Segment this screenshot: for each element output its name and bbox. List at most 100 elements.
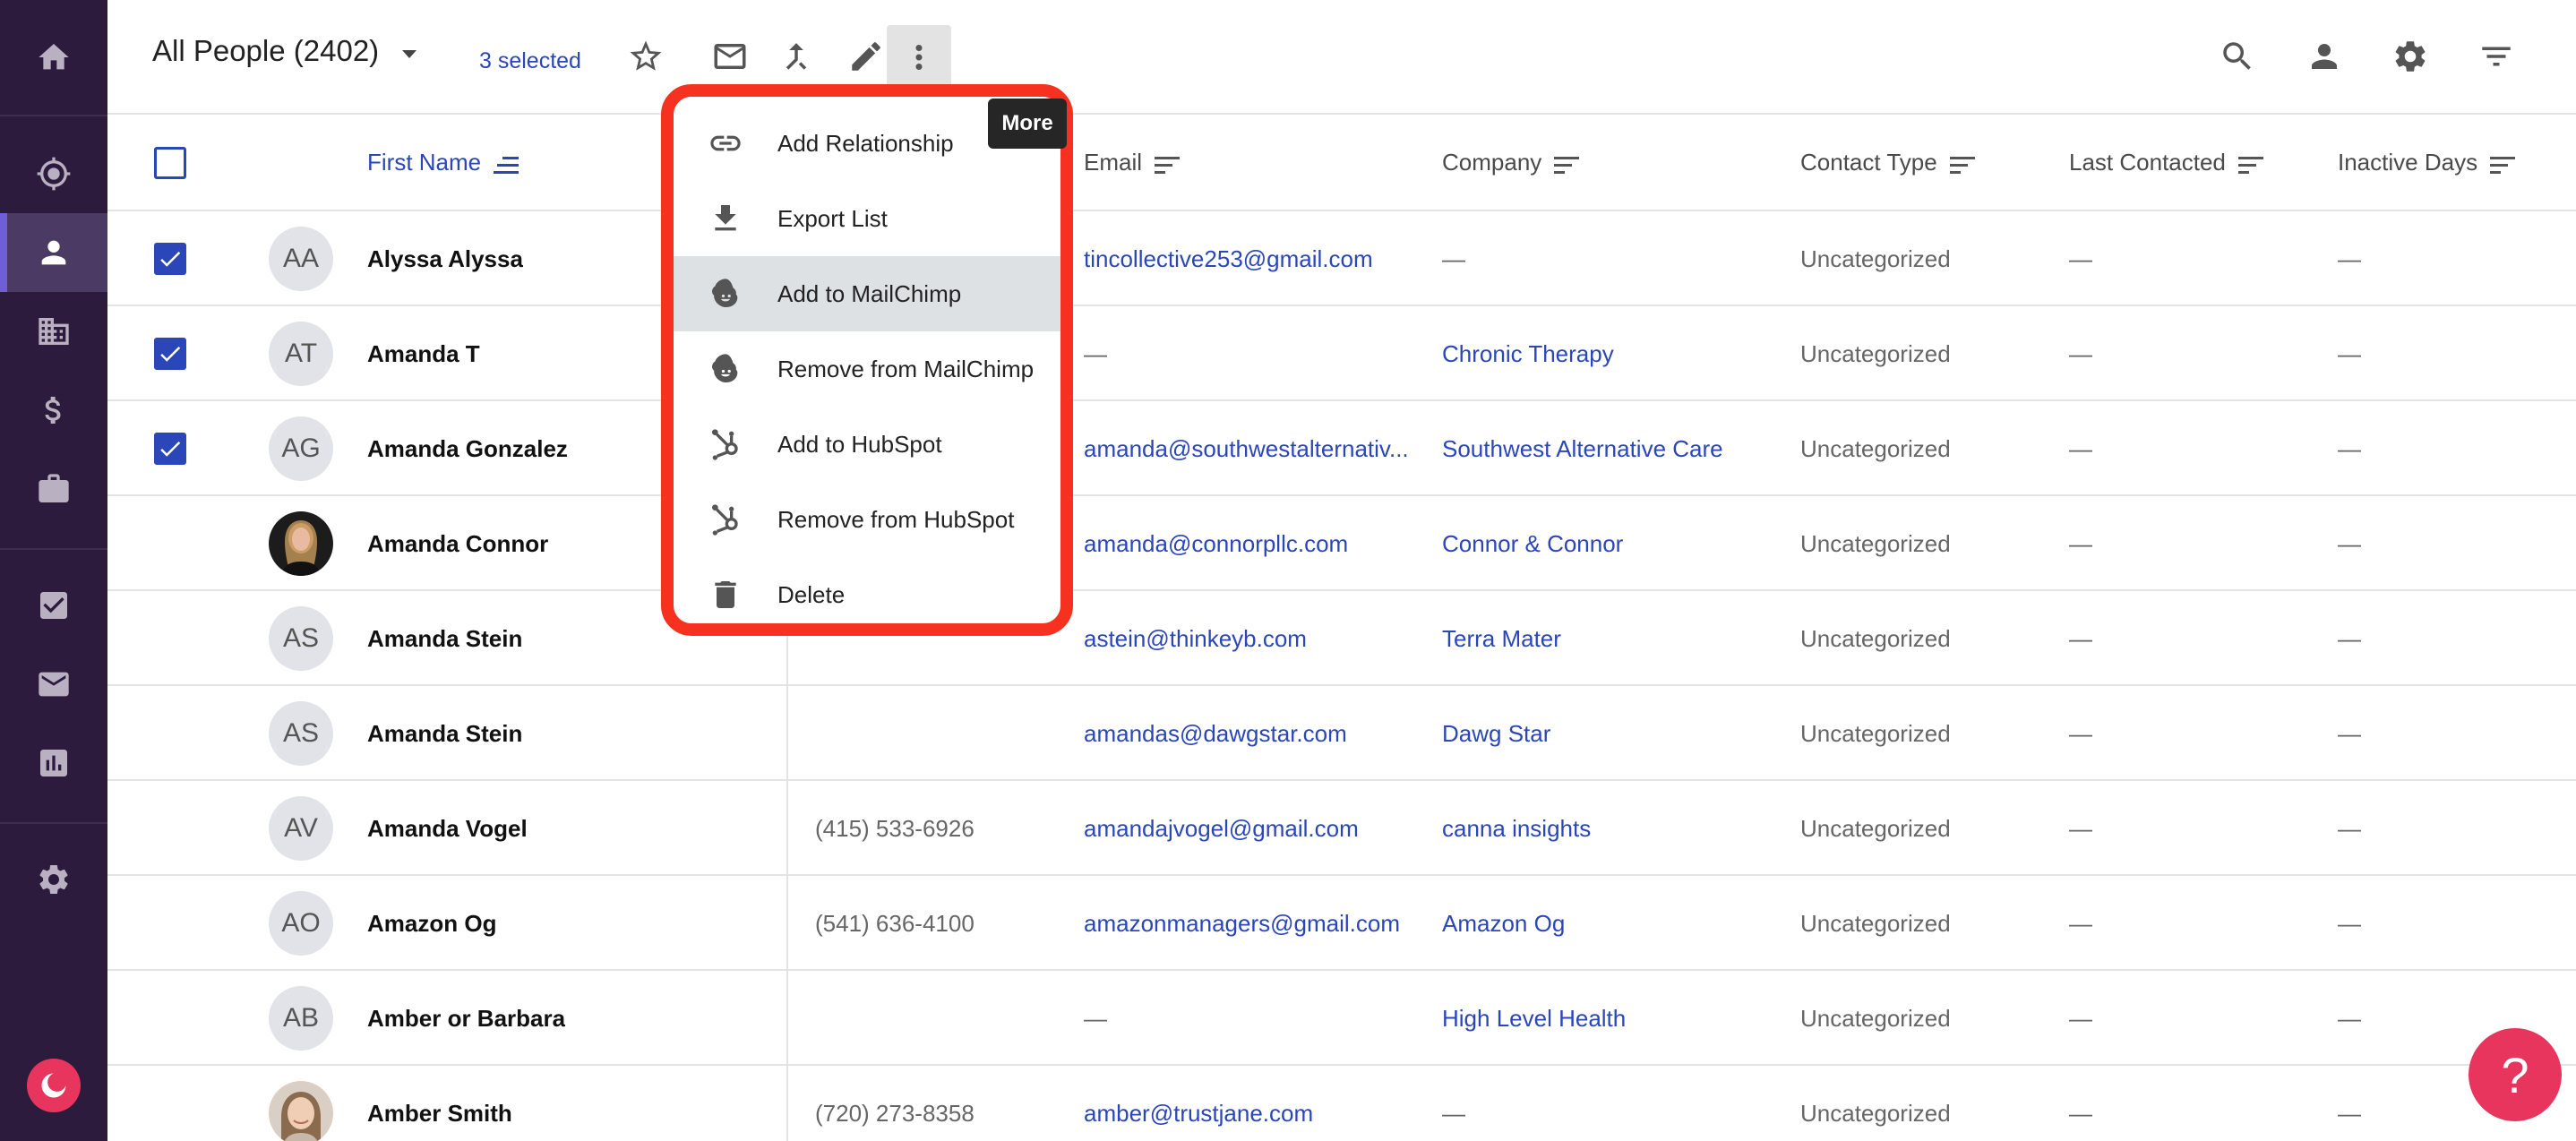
cell-last-contacted: — [2069, 340, 2092, 367]
avatar: AS [269, 606, 333, 671]
edit-button[interactable] [844, 34, 889, 79]
merge-button[interactable] [774, 34, 819, 79]
column-company[interactable]: Company [1442, 149, 1580, 176]
cell-last-contacted: — [2069, 435, 2092, 462]
crosshair-icon [37, 157, 71, 191]
table-row[interactable]: AV Amanda Vogel (415) 533-6926 amandajvo… [107, 781, 2576, 876]
sidebar-item-email[interactable] [0, 645, 107, 724]
column-email[interactable]: Email [1084, 149, 1181, 176]
briefcase-icon [39, 474, 69, 502]
column-contact-type[interactable]: Contact Type [1800, 149, 1975, 176]
row-checkbox[interactable] [154, 433, 186, 465]
cell-name[interactable]: Amber Smith [367, 1100, 512, 1128]
cell-company[interactable]: Amazon Og [1442, 910, 1565, 938]
pencil-icon [852, 42, 880, 71]
table-row[interactable]: AA Alyssa Alyssa tincollective253@gmail.… [107, 211, 2576, 306]
cell-name[interactable]: Amanda Vogel [367, 815, 528, 843]
favorite-button[interactable] [623, 34, 668, 79]
email-button[interactable] [708, 34, 752, 79]
sidebar-item-home[interactable] [0, 18, 107, 97]
cell-company[interactable]: Connor & Connor [1442, 530, 1623, 558]
sidebar-item-settings[interactable] [0, 840, 107, 919]
more-button[interactable] [887, 25, 951, 90]
cell-name[interactable]: Amanda Stein [367, 625, 522, 653]
gear-icon [39, 865, 68, 894]
cell-name[interactable]: Amanda T [367, 340, 480, 368]
table-row[interactable]: AB Amber or Barbara — High Level Health … [107, 971, 2576, 1066]
table-row[interactable]: AO Amazon Og (541) 636-4100 amazonmanage… [107, 876, 2576, 971]
cell-email[interactable]: amanda@southwestalternativ... [1084, 435, 1409, 463]
cell-email[interactable]: tincollective253@gmail.com [1084, 245, 1373, 273]
sidebar-item-companies[interactable] [0, 292, 107, 371]
cell-company[interactable]: Chronic Therapy [1442, 340, 1614, 368]
app-logo[interactable] [27, 1059, 81, 1112]
cell-contact-type: Uncategorized [1800, 1005, 1951, 1032]
cell-company[interactable]: High Level Health [1442, 1005, 1626, 1033]
cell-email[interactable]: amandas@dawgstar.com [1084, 720, 1347, 748]
star-icon [630, 40, 662, 71]
cell-company[interactable]: Southwest Alternative Care [1442, 435, 1723, 463]
select-all-checkbox[interactable] [154, 147, 186, 179]
table-row[interactable]: AS Amanda Stein amandas@dawgstar.com Daw… [107, 686, 2576, 781]
cell-name[interactable]: Amanda Connor [367, 530, 548, 558]
column-label: Contact Type [1800, 149, 1937, 176]
settings-button[interactable] [2388, 34, 2433, 79]
avatar: AV [269, 796, 333, 861]
cell-contact-type: Uncategorized [1800, 435, 1951, 462]
cell-company[interactable]: canna insights [1442, 815, 1591, 843]
menu-item-remove-from-hubspot[interactable]: Remove from HubSpot [674, 482, 1060, 557]
selected-count[interactable]: 3 selected [479, 48, 581, 74]
table-row[interactable]: AS Amanda Stein astein@thinkeyb.com Terr… [107, 591, 2576, 686]
help-button[interactable]: ? [2469, 1028, 2562, 1121]
cell-name[interactable]: Amanda Gonzalez [367, 435, 568, 463]
table-row[interactable]: AG Amanda Gonzalez amanda@southwestalter… [107, 401, 2576, 496]
cell-company: — [1442, 245, 1465, 272]
cell-email[interactable]: amber@trustjane.com [1084, 1100, 1313, 1128]
home-icon [39, 44, 69, 70]
sidebar-item-tasks[interactable] [0, 566, 107, 645]
menu-item-remove-from-mailchimp[interactable]: Remove from MailChimp [674, 331, 1060, 407]
column-first-name[interactable]: First Name [367, 149, 519, 176]
column-label: Last Contacted [2069, 149, 2226, 176]
person-icon [41, 240, 66, 265]
top-toolbar: All People (2402) 3 selected [107, 0, 2576, 115]
cell-email[interactable]: amandajvogel@gmail.com [1084, 815, 1359, 843]
view-title: All People (2402) [152, 34, 380, 67]
row-checkbox[interactable] [154, 338, 186, 370]
sidebar-item-leads[interactable] [0, 134, 107, 213]
table-row[interactable]: Amanda Connor amanda@connorpllc.com Conn… [107, 496, 2576, 591]
menu-item-delete[interactable]: Delete [674, 557, 1060, 623]
view-selector[interactable]: All People (2402) [152, 34, 417, 68]
cell-name[interactable]: Amazon Og [367, 910, 496, 938]
cell-phone: (541) 636-4100 [815, 910, 975, 937]
row-checkbox[interactable] [154, 243, 186, 275]
column-inactive-days[interactable]: Inactive Days [2338, 149, 2516, 176]
cell-phone: (415) 533-6926 [815, 815, 975, 842]
menu-item-add-to-mailchimp[interactable]: Add to MailChimp [674, 256, 1060, 331]
cell-email[interactable]: amanda@connorpllc.com [1084, 530, 1348, 558]
table-row[interactable]: Amber Smith (720) 273-8358 amber@trustja… [107, 1066, 2576, 1141]
cell-email[interactable]: amazonmanagers@gmail.com [1084, 910, 1400, 938]
cell-company[interactable]: Terra Mater [1442, 625, 1561, 653]
sidebar-item-reports[interactable] [0, 724, 107, 802]
cell-company[interactable]: Dawg Star [1442, 720, 1550, 748]
sidebar-item-projects[interactable] [0, 450, 107, 528]
check-icon [160, 441, 181, 457]
user-filter-button[interactable] [2302, 34, 2347, 79]
sidebar-item-people[interactable] [0, 213, 107, 292]
menu-item-add-to-hubspot[interactable]: Add to HubSpot [674, 407, 1060, 482]
cell-name[interactable]: Amber or Barbara [367, 1005, 565, 1033]
table-row[interactable]: AT Amanda T — Chronic Therapy Uncategori… [107, 306, 2576, 401]
filter-button[interactable] [2474, 34, 2519, 79]
menu-item-export-list[interactable]: Export List [674, 181, 1060, 256]
cell-inactive-days: — [2338, 435, 2361, 462]
cell-email[interactable]: astein@thinkeyb.com [1084, 625, 1307, 653]
cell-last-contacted: — [2069, 530, 2092, 557]
cell-name[interactable]: Alyssa Alyssa [367, 245, 523, 273]
cell-last-contacted: — [2069, 1005, 2092, 1032]
column-last-contacted[interactable]: Last Contacted [2069, 149, 2263, 176]
sort-icon [1949, 153, 1975, 174]
cell-name[interactable]: Amanda Stein [367, 720, 522, 748]
search-button[interactable] [2215, 34, 2260, 79]
sidebar-item-opportunities[interactable] [0, 371, 107, 450]
